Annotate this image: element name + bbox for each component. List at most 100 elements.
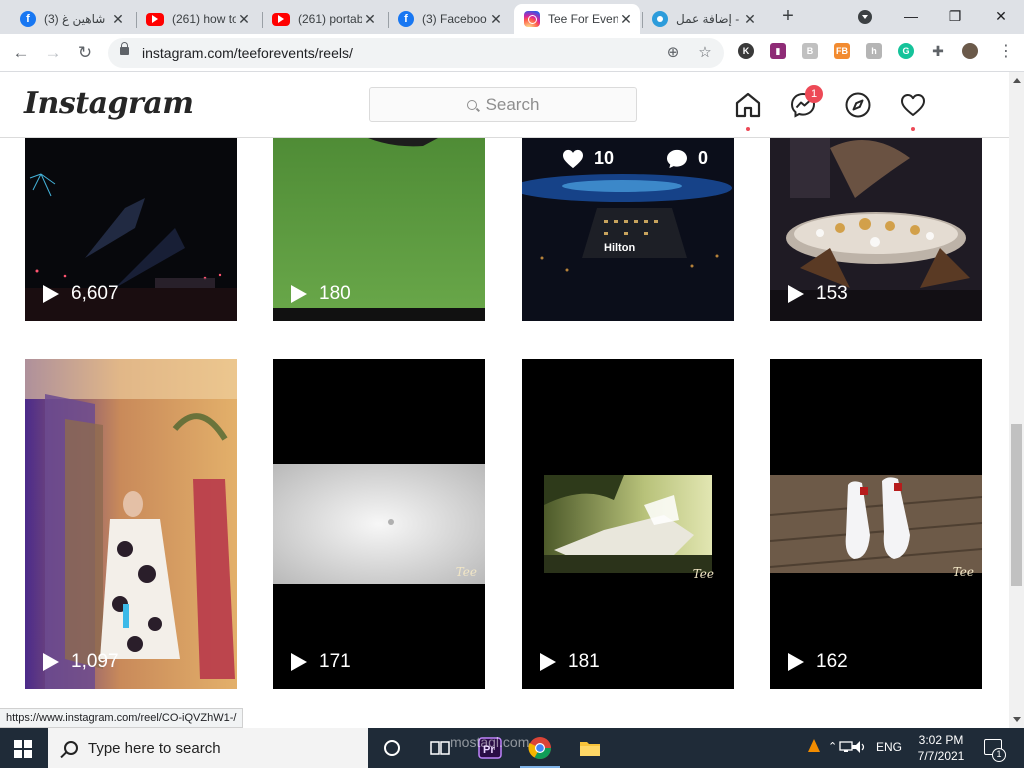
browser-tab-5-active[interactable]: Tee For Even ✕ xyxy=(514,4,640,34)
browser-tab-1[interactable]: f (3) شاهين غ ✕ xyxy=(10,4,132,34)
explore-nav-button[interactable] xyxy=(844,91,872,119)
extension-b-icon[interactable]: B xyxy=(802,43,818,59)
tray-expand-icon[interactable]: ⌃ xyxy=(828,740,837,753)
scroll-down-icon[interactable] xyxy=(1013,717,1021,722)
reel-tile-5[interactable]: 1,097 xyxy=(25,359,237,689)
language-indicator[interactable]: ENG xyxy=(876,740,902,754)
page-scrollbar[interactable] xyxy=(1009,72,1024,728)
reel-tile-1[interactable]: 6,607 xyxy=(25,138,237,321)
chrome-icon[interactable] xyxy=(528,736,552,760)
restore-button[interactable]: ❐ xyxy=(940,4,970,28)
volume-icon[interactable] xyxy=(850,739,868,758)
back-button[interactable]: ← xyxy=(10,42,32,64)
new-tab-button[interactable]: + xyxy=(778,6,798,28)
taskbar-clock[interactable]: 3:02 PM 7/7/2021 xyxy=(910,732,972,764)
watermark-logo: Tee xyxy=(455,565,477,579)
messenger-nav-button[interactable]: 1 xyxy=(789,85,823,119)
close-tab-icon[interactable]: ✕ xyxy=(236,11,252,28)
play-icon xyxy=(788,653,804,671)
zoom-icon[interactable]: ⊕ xyxy=(664,44,682,62)
home-icon xyxy=(735,92,761,118)
site-watermark: مستقل xyxy=(450,692,575,732)
reel-view-count: 153 xyxy=(788,283,848,305)
activity-nav-button[interactable] xyxy=(899,91,927,131)
minimize-button[interactable]: — xyxy=(896,4,926,28)
reel-view-count: 171 xyxy=(291,651,351,673)
forward-button[interactable]: → xyxy=(42,42,64,64)
windows-start-icon[interactable] xyxy=(14,740,32,758)
watermark-logo: Tee xyxy=(692,567,714,581)
instagram-logo[interactable]: Instagram xyxy=(24,86,194,121)
extensions-puzzle-icon[interactable]: ✚ xyxy=(930,43,946,59)
view-count-text: 180 xyxy=(319,283,351,304)
cortana-icon[interactable] xyxy=(380,736,404,760)
close-tab-icon[interactable]: ✕ xyxy=(488,11,504,28)
search-input[interactable]: Search xyxy=(369,87,637,122)
reel-hover-stats: 10 0 xyxy=(562,148,708,169)
address-bar[interactable]: instagram.com/teeforevents/reels/ ⊕ ☆ xyxy=(108,38,724,68)
activity-notification-dot xyxy=(911,127,915,131)
browser-tab-4[interactable]: f (3) Faceboo ✕ xyxy=(388,4,510,34)
view-count-text: 1,097 xyxy=(71,651,119,672)
view-count-text: 171 xyxy=(319,651,351,672)
close-tab-icon[interactable]: ✕ xyxy=(362,11,378,28)
extension-hmm-icon[interactable]: h xyxy=(866,43,882,59)
url-text[interactable]: instagram.com/teeforevents/reels/ xyxy=(142,45,353,61)
reel-view-count: 1,097 xyxy=(43,651,119,673)
reload-button[interactable]: ↻ xyxy=(74,42,96,64)
instagram-icon xyxy=(524,11,540,27)
scrollbar-thumb[interactable] xyxy=(1011,424,1022,586)
tab-title: (261) how to xyxy=(172,12,236,26)
play-icon xyxy=(540,653,556,671)
reel-tile-3-hovered[interactable]: Hilton 10 0 xyxy=(522,138,734,321)
browser-tab-strip: f (3) شاهين غ ✕ (261) how to ✕ (261) por… xyxy=(0,0,1024,34)
extension-k-icon[interactable]: K xyxy=(738,43,754,59)
extension-fb-icon[interactable]: FB xyxy=(834,43,850,59)
close-tab-icon[interactable]: ✕ xyxy=(110,11,126,28)
close-tab-icon[interactable]: ✕ xyxy=(742,11,758,28)
youtube-icon xyxy=(272,12,290,26)
browser-tab-3[interactable]: (261) portab ✕ xyxy=(262,4,384,34)
scroll-up-icon[interactable] xyxy=(1013,78,1021,83)
grammarly-icon[interactable]: G xyxy=(898,43,914,59)
reel-tile-7[interactable]: Tee 181 xyxy=(522,359,734,689)
reel-tile-4[interactable]: 153 xyxy=(770,138,982,321)
taskbar-search-box[interactable]: Type here to search xyxy=(48,728,368,768)
clock-date: 7/7/2021 xyxy=(917,749,965,763)
browser-tab-2[interactable]: (261) how to ✕ xyxy=(136,4,258,34)
mostaql-icon xyxy=(652,11,668,27)
lock-icon[interactable] xyxy=(120,42,129,55)
chrome-menu-icon[interactable]: ⋮ xyxy=(998,43,1014,61)
compass-icon xyxy=(845,92,871,118)
reel-thumbnail xyxy=(273,464,485,584)
play-icon xyxy=(291,285,307,303)
profile-avatar-icon[interactable] xyxy=(962,43,978,59)
file-explorer-icon[interactable] xyxy=(578,736,602,760)
play-icon xyxy=(291,653,307,671)
reel-tile-6[interactable]: Tee 171 xyxy=(273,359,485,689)
youtube-icon xyxy=(146,12,164,26)
notifications-badge: 1 xyxy=(992,748,1006,762)
view-count-text: 162 xyxy=(816,651,848,672)
search-icon xyxy=(64,741,78,755)
reel-thumbnail xyxy=(770,475,982,573)
task-view-icon[interactable] xyxy=(428,736,452,760)
reel-thumbnail xyxy=(544,475,712,573)
browser-tab-6[interactable]: إضافة عمل - ✕ xyxy=(642,4,764,34)
clock-time: 3:02 PM xyxy=(918,733,964,747)
reel-tile-2[interactable]: 180 xyxy=(273,138,485,321)
tab-title: (3) شاهين غ xyxy=(44,12,106,26)
tab-search-icon[interactable] xyxy=(858,10,872,24)
tab-title: (3) Faceboo xyxy=(422,12,487,26)
home-nav-button[interactable] xyxy=(734,91,762,131)
bookmark-star-icon[interactable]: ☆ xyxy=(696,44,714,62)
reel-tile-8[interactable]: Tee 162 xyxy=(770,359,982,689)
extension-chart-icon[interactable]: ▮ xyxy=(770,43,786,59)
search-placeholder: Search xyxy=(485,94,540,114)
close-window-button[interactable]: ✕ xyxy=(986,4,1016,28)
vlc-tray-icon[interactable] xyxy=(806,738,822,757)
home-notification-dot xyxy=(746,127,750,131)
reel-view-count: 162 xyxy=(788,651,848,673)
close-tab-icon[interactable]: ✕ xyxy=(618,11,634,28)
watermark-logo: Tee xyxy=(952,565,974,579)
